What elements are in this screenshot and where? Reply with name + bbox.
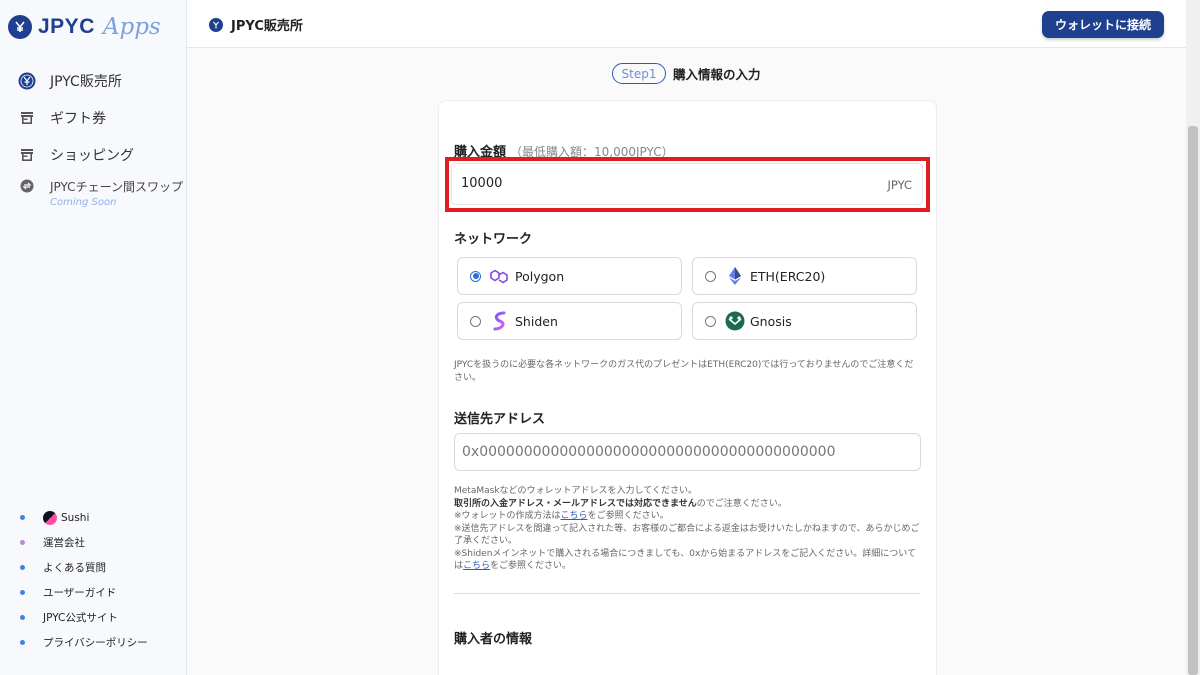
scrollbar-thumb[interactable] (1188, 126, 1198, 675)
connect-wallet-button[interactable]: ウォレットに接続 (1042, 11, 1164, 38)
sidebar-item-shopping[interactable]: ショッピング (0, 136, 186, 173)
wallet-guide-link[interactable]: こちら (561, 511, 588, 521)
store-icon (18, 146, 36, 164)
sidebar-item-label: JPYCチェーン間スワップ (50, 179, 183, 194)
address-label: 送信先アドレス (454, 412, 546, 427)
step-title: 購入情報の入力 (673, 67, 761, 82)
network-option-polygon[interactable]: Polygon (457, 257, 682, 295)
jpyc-logo-icon (8, 15, 32, 39)
radio-selected[interactable] (470, 270, 481, 282)
sidebar-nav: JPYC販売所 ギフト券 ショッピング JPYCチェーン間スワップ Coming… (0, 62, 186, 208)
sushi-logo-icon (43, 510, 57, 525)
address-note-line: ※送信先アドレスを間違って記入された等、お客様のご都合による返金はお受けいたしか… (454, 523, 920, 547)
app-logo[interactable]: JPYC Apps (8, 14, 161, 40)
jpyc-logo-icon (18, 72, 36, 90)
buyer-info-label: 購入者の情報 (454, 632, 533, 647)
top-header: JPYC販売所 ウォレットに接続 (187, 0, 1186, 48)
bullet-dot (20, 540, 25, 545)
sidebar-item-label: ギフト券 (50, 110, 106, 127)
address-note-line: MetaMaskなどのウォレットアドレスを入力してください。 (454, 486, 697, 496)
ethereum-icon (724, 265, 746, 287)
address-note-line: ※Shidenメインネットで購入される場合につきましても、0xから始まるアドレス… (454, 548, 917, 572)
logo-apps: Apps (102, 14, 161, 40)
footer-link-guide[interactable]: ユーザーガイド (20, 580, 148, 605)
address-note-line: ※ウォレットの作成方法はこちらをご参照ください。 (454, 511, 669, 521)
sidebar-item-swap[interactable]: JPYCチェーン間スワップ Coming Soon (0, 177, 186, 208)
sidebar: JPYC Apps JPYC販売所 ギフト券 ショッピング JPYCチェーン間ス… (0, 0, 187, 675)
swap-icon (18, 177, 36, 195)
step-pill: Step1 (612, 63, 666, 84)
radio-unselected[interactable] (705, 270, 716, 282)
amount-unit: JPYC (887, 178, 913, 192)
bullet-dot (20, 515, 25, 520)
bullet-dot (20, 640, 25, 645)
network-option-label: Gnosis (750, 313, 792, 329)
footer-link-label: 運営会社 (43, 537, 85, 549)
sidebar-item-jpyc-shop[interactable]: JPYC販売所 (0, 62, 186, 99)
page-title: JPYC販売所 (209, 15, 303, 34)
coming-soon-badge: Coming Soon (50, 197, 117, 208)
page-title-text: JPYC販売所 (231, 19, 303, 34)
shiden-icon (489, 310, 511, 332)
logo-text: JPYC (38, 15, 95, 38)
sidebar-item-gift[interactable]: ギフト券 (0, 99, 186, 136)
network-option-eth[interactable]: ETH(ERC20) (692, 257, 917, 295)
footer-link-faq[interactable]: よくある質問 (20, 555, 148, 580)
footer-link-label: ユーザーガイド (43, 587, 117, 599)
amount-input[interactable] (461, 176, 841, 191)
bullet-dot (20, 590, 25, 595)
footer-link-label: よくある質問 (43, 562, 106, 574)
shiden-guide-link[interactable]: こちら (463, 561, 490, 571)
section-divider (454, 593, 920, 594)
footer-link-official[interactable]: JPYC公式サイト (20, 605, 148, 630)
footer-link-company[interactable]: 運営会社 (20, 530, 148, 555)
store-icon (18, 109, 36, 127)
network-label: ネットワーク (454, 232, 533, 247)
gnosis-icon (724, 310, 746, 332)
footer-link-sushi[interactable]: Sushi (20, 505, 148, 530)
scrollbar[interactable] (1186, 0, 1200, 675)
polygon-icon (489, 265, 511, 287)
jpyc-logo-icon (209, 17, 223, 32)
address-note: MetaMaskなどのウォレットアドレスを入力してください。 取引所の入金アドレ… (454, 485, 922, 573)
network-option-gnosis[interactable]: Gnosis (692, 302, 917, 340)
radio-unselected[interactable] (470, 315, 481, 327)
network-option-label: Polygon (515, 268, 565, 284)
network-option-shiden[interactable]: Shiden (457, 302, 682, 340)
address-note-line: 取引所の入金アドレス・メールアドレスでは対応できませんのでご注意ください。 (454, 498, 787, 509)
amount-field[interactable]: JPYC (451, 163, 923, 205)
radio-unselected[interactable] (705, 315, 716, 327)
address-field[interactable] (454, 433, 921, 471)
footer-link-privacy[interactable]: プライバシーポリシー (20, 630, 148, 655)
network-gas-note: JPYCを扱うのに必要な各ネットワークのガス代のプレゼントはETH(ERC20)… (454, 360, 914, 383)
sidebar-item-label: JPYC販売所 (50, 73, 122, 90)
footer-link-label: JPYC公式サイト (43, 612, 118, 624)
sidebar-item-label: ショッピング (50, 147, 134, 164)
bullet-dot (20, 565, 25, 570)
footer-link-label: Sushi (61, 511, 90, 524)
step-indicator: Step1 購入情報の入力 (612, 63, 761, 84)
network-option-label: ETH(ERC20) (750, 268, 826, 284)
footer-link-label: プライバシーポリシー (43, 637, 148, 649)
network-option-label: Shiden (515, 313, 558, 329)
address-input[interactable] (462, 444, 912, 460)
sidebar-footer-links: Sushi 運営会社 よくある質問 ユーザーガイド JPYC公式サイト プライバ… (20, 505, 148, 655)
bullet-dot (20, 615, 25, 620)
